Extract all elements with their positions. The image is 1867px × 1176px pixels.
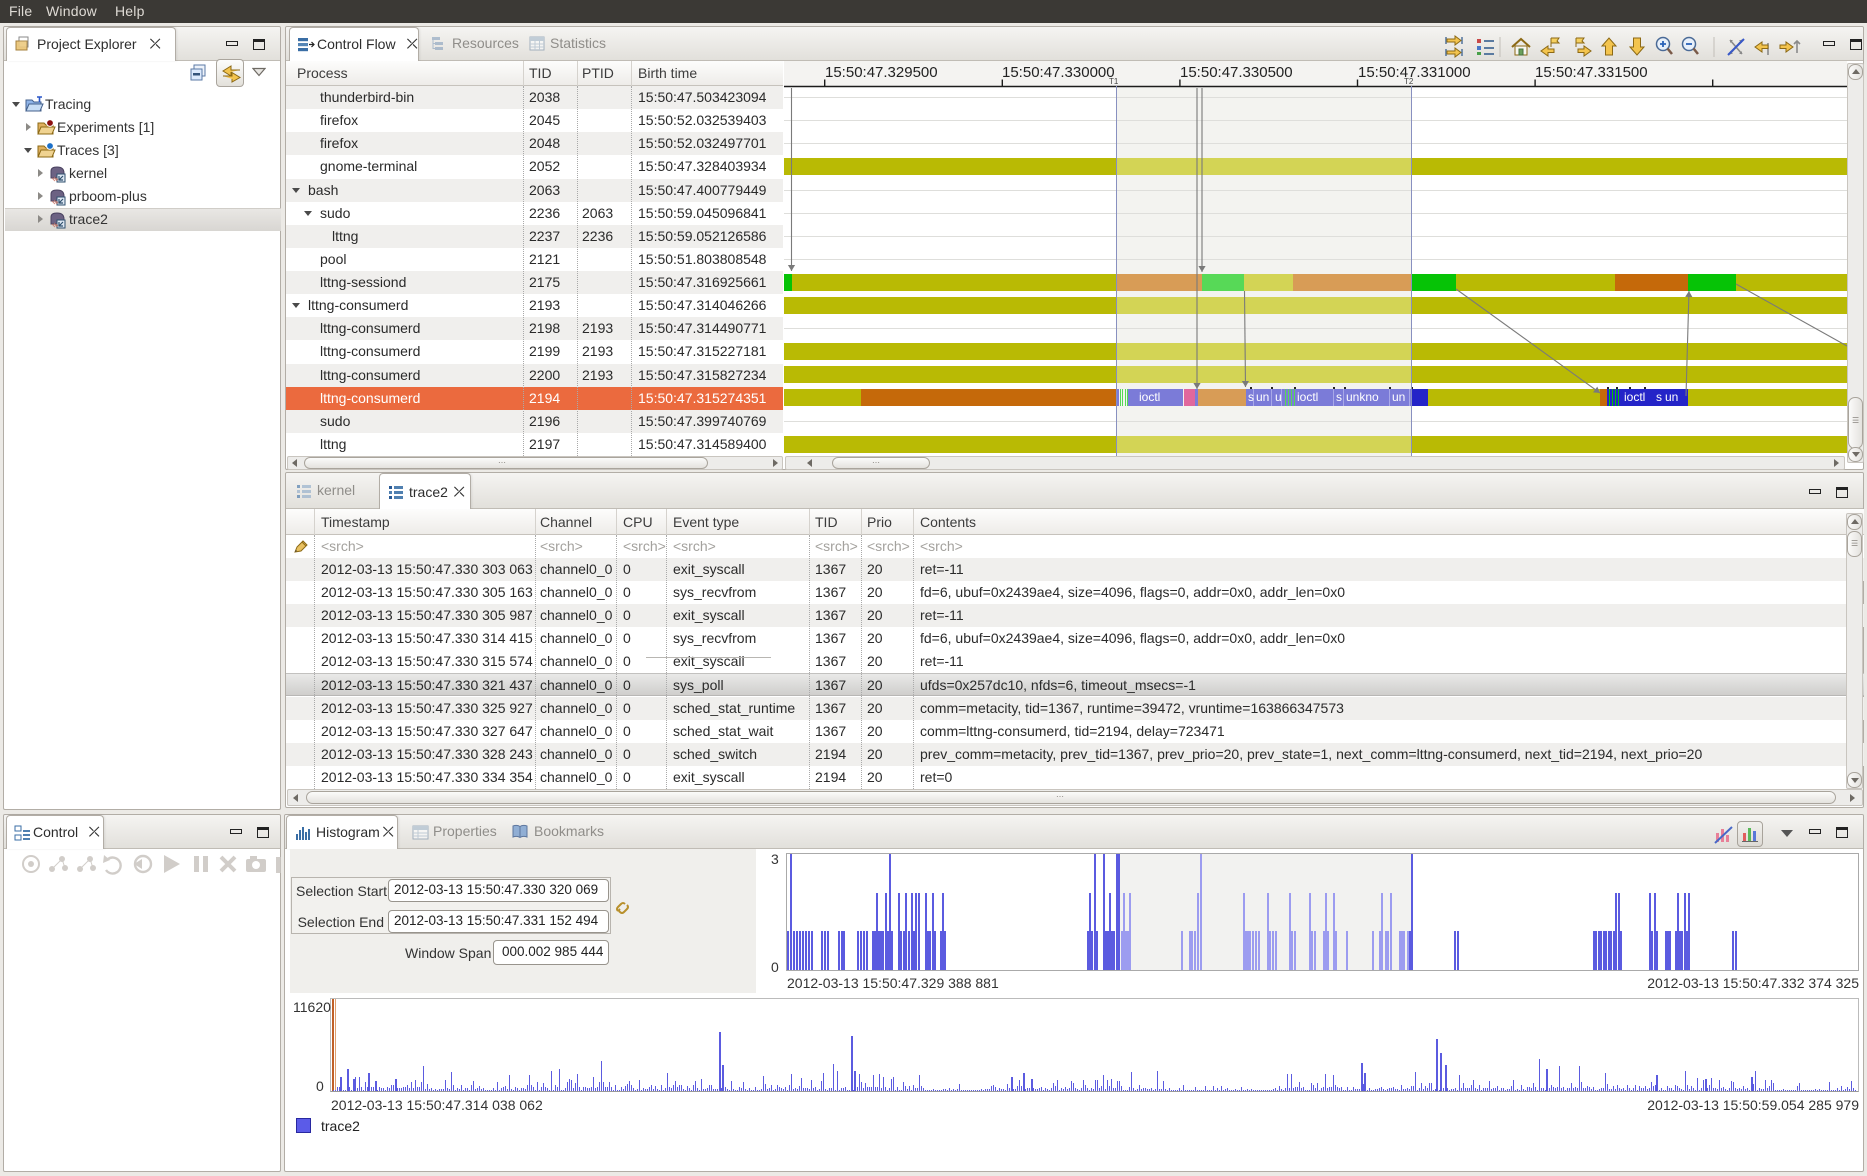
svg-text:T1: T1 (1109, 77, 1119, 86)
svg-text:T2: T2 (1404, 77, 1414, 86)
